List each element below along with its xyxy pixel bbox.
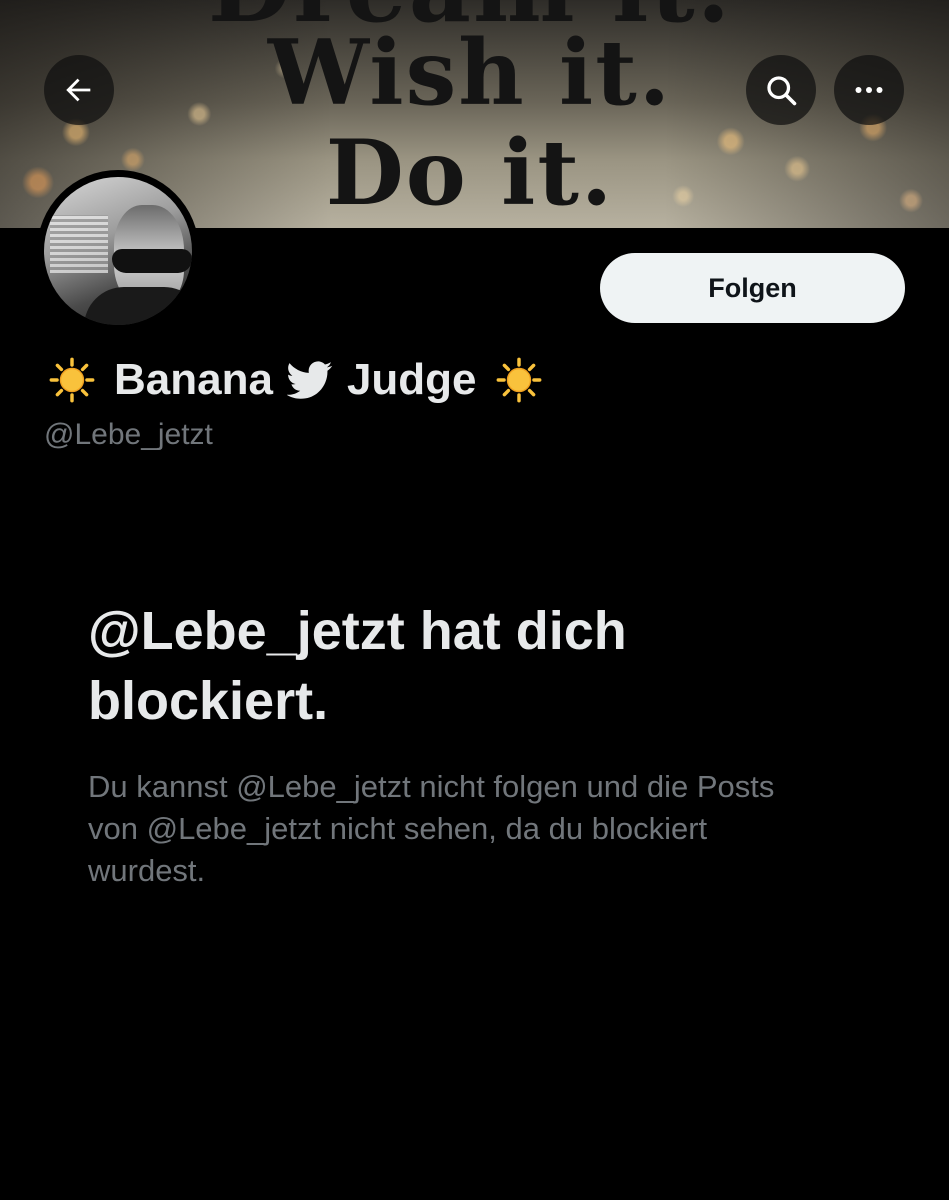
display-name-first: Banana bbox=[114, 355, 273, 404]
display-name: Banana Judge bbox=[44, 352, 547, 408]
blocked-title: @Lebe_jetzt hat dich blockiert. bbox=[88, 601, 627, 731]
avatar[interactable] bbox=[37, 170, 199, 332]
banner-text-line-3: Do it. bbox=[325, 120, 615, 226]
sun-emoji-icon bbox=[44, 352, 100, 408]
arrow-left-icon bbox=[66, 78, 91, 102]
bird-icon bbox=[286, 357, 333, 403]
search-button[interactable] bbox=[746, 55, 816, 125]
blocked-message: Du kannst @Lebe_jetzt nicht folgen und d… bbox=[88, 769, 775, 888]
avatar-photo bbox=[44, 177, 192, 325]
more-options-button[interactable] bbox=[834, 55, 904, 125]
sun-emoji-icon bbox=[491, 352, 547, 408]
back-button[interactable] bbox=[44, 55, 114, 125]
search-icon bbox=[767, 76, 797, 106]
follow-button[interactable]: Folgen bbox=[600, 253, 905, 323]
more-horizontal-icon bbox=[855, 87, 883, 93]
display-name-second: Judge bbox=[346, 355, 477, 404]
banner-text-line-2: Wish it. bbox=[267, 20, 673, 126]
profile-handle: @Lebe_jetzt bbox=[44, 418, 213, 451]
